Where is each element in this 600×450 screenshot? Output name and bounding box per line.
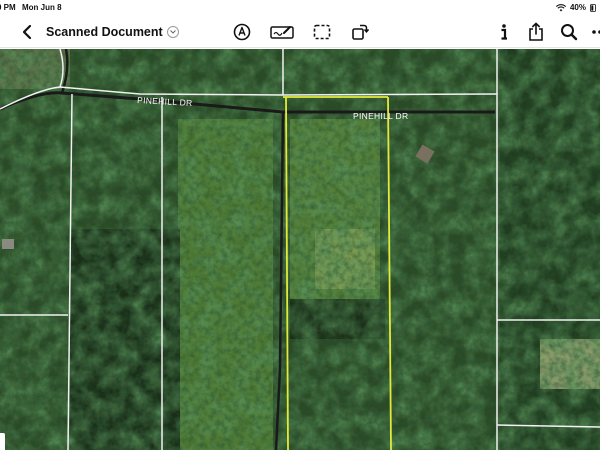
selection-button[interactable] <box>311 20 333 44</box>
wifi-icon <box>555 3 566 11</box>
status-bar: 0 PM Mon Jun 8 40% <box>0 0 600 16</box>
more-icon <box>592 30 600 34</box>
battery-icon <box>590 3 596 12</box>
foliage-fine-texture <box>0 49 600 450</box>
page-thumbnail-tab[interactable] <box>0 433 5 450</box>
markup-pen-icon <box>233 23 251 41</box>
road-label-east: PINEHILL DR <box>353 111 408 121</box>
rotate-icon <box>352 24 369 40</box>
share-button[interactable] <box>525 20 547 44</box>
scanned-aerial-map[interactable]: PINEHILL DR PINEHILL DR <box>0 49 600 450</box>
selection-icon <box>313 24 331 40</box>
search-icon <box>561 24 578 41</box>
info-button[interactable] <box>493 20 515 44</box>
chevron-down-icon <box>166 26 179 38</box>
markup-button[interactable] <box>231 20 253 44</box>
info-icon <box>501 24 507 40</box>
rotate-button[interactable] <box>349 20 371 44</box>
status-date: Mon Jun 8 <box>22 3 62 12</box>
signature-button[interactable] <box>268 20 296 44</box>
document-toolbar: Scanned Document <box>0 16 600 48</box>
battery-percent: 40% <box>569 3 586 12</box>
document-title-menu[interactable]: Scanned Document <box>46 20 179 44</box>
aerial-map-canvas: PINEHILL DR PINEHILL DR <box>0 49 600 450</box>
back-chevron-icon <box>22 24 32 40</box>
more-button[interactable] <box>590 20 600 44</box>
status-time: 0 PM <box>0 3 16 12</box>
search-button[interactable] <box>558 20 580 44</box>
document-title: Scanned Document <box>46 25 163 39</box>
house-roof-west <box>2 239 14 249</box>
back-button[interactable] <box>16 20 38 44</box>
signature-icon <box>270 26 294 39</box>
share-icon <box>529 22 543 41</box>
status-right: 40% <box>555 3 596 12</box>
